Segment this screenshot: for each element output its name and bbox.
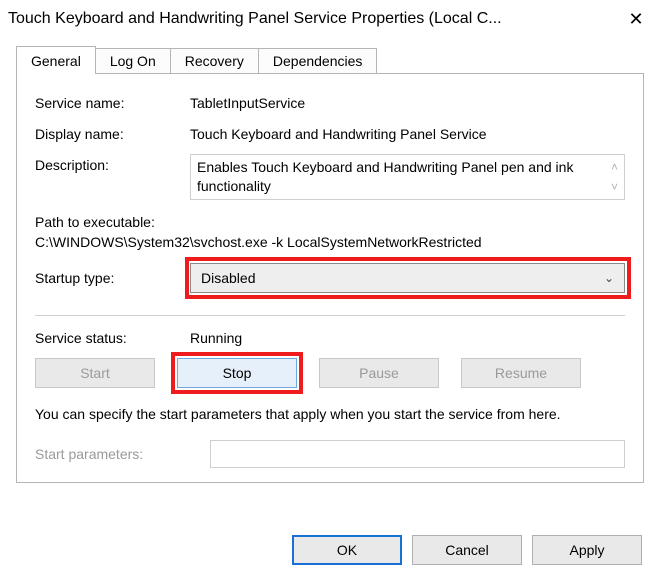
tab-strip: General Log On Recovery Dependencies (0, 38, 660, 74)
titlebar: Touch Keyboard and Handwriting Panel Ser… (0, 0, 660, 38)
service-name-value: TabletInputService (190, 92, 625, 111)
chevron-down-icon: ⌄ (604, 271, 614, 285)
tab-recovery[interactable]: Recovery (170, 48, 259, 74)
description-text: Enables Touch Keyboard and Handwriting P… (197, 158, 605, 196)
start-parameters-note: You can specify the start parameters tha… (35, 404, 625, 424)
startup-type-dropdown[interactable]: Disabled ⌄ (190, 263, 625, 293)
service-properties-dialog: Touch Keyboard and Handwriting Panel Ser… (0, 0, 660, 573)
close-icon: ✕ (628, 9, 643, 30)
tab-dependencies[interactable]: Dependencies (258, 48, 378, 74)
tab-general[interactable]: General (16, 46, 96, 74)
service-control-buttons: Start Stop Pause Resume (35, 358, 625, 388)
scroll-down-icon: ˅ (611, 180, 618, 194)
start-parameters-input (210, 440, 625, 468)
service-status-value: Running (190, 330, 242, 346)
resume-button: Resume (461, 358, 581, 388)
startup-type-label: Startup type: (35, 270, 190, 286)
description-box: Enables Touch Keyboard and Handwriting P… (190, 154, 625, 200)
separator (35, 315, 625, 316)
close-button[interactable]: ✕ (612, 0, 660, 38)
start-button: Start (35, 358, 155, 388)
window-title: Touch Keyboard and Handwriting Panel Ser… (8, 10, 612, 28)
tab-log-on[interactable]: Log On (95, 48, 171, 74)
display-name-value: Touch Keyboard and Handwriting Panel Ser… (190, 123, 625, 142)
start-parameters-label: Start parameters: (35, 446, 210, 462)
pause-button: Pause (319, 358, 439, 388)
startup-type-value: Disabled (201, 270, 604, 286)
description-scroll[interactable]: ˄ ˅ (605, 158, 618, 196)
scroll-up-icon: ˄ (611, 160, 618, 174)
service-name-label: Service name: (35, 92, 190, 111)
apply-button[interactable]: Apply (532, 535, 642, 565)
tab-panel-general: Service name: TabletInputService Display… (16, 73, 644, 483)
path-label: Path to executable: (35, 212, 625, 232)
dialog-buttons: OK Cancel Apply (292, 535, 642, 565)
cancel-button[interactable]: Cancel (412, 535, 522, 565)
description-label: Description: (35, 154, 190, 173)
display-name-label: Display name: (35, 123, 190, 142)
service-status-label: Service status: (35, 330, 190, 346)
path-block: Path to executable: C:\WINDOWS\System32\… (35, 212, 625, 253)
path-value: C:\WINDOWS\System32\svchost.exe -k Local… (35, 232, 625, 252)
ok-button[interactable]: OK (292, 535, 402, 565)
stop-button[interactable]: Stop (177, 358, 297, 388)
